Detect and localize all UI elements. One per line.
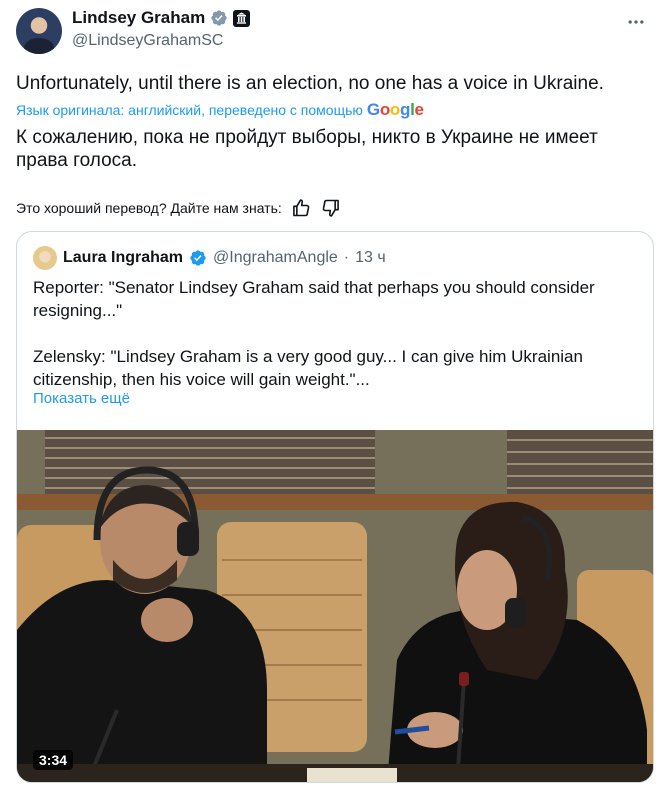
author-name-row: Lindsey Graham	[72, 8, 251, 28]
quoted-tweet-header: Laura Ingraham @IngrahamAngle · 13 ч	[33, 246, 386, 270]
author-name[interactable]: Lindsey Graham	[72, 8, 205, 28]
video-frame-illustration	[17, 430, 653, 782]
video-thumbnail[interactable]: 3:34	[17, 430, 653, 782]
verified-badge-gray-icon[interactable]	[210, 9, 228, 27]
google-logo: Google	[366, 100, 424, 119]
government-badge-icon[interactable]	[233, 9, 251, 27]
quoted-author-avatar[interactable]	[33, 246, 57, 270]
quoted-time[interactable]: 13 ч	[355, 249, 386, 267]
quoted-tweet-text: Reporter: "Senator Lindsey Graham said t…	[33, 278, 595, 389]
more-icon[interactable]	[626, 12, 646, 32]
verified-badge-blue-icon[interactable]	[189, 249, 207, 267]
translation-feedback: Это хороший перевод? Дайте нам знать:	[16, 197, 342, 219]
translated-text: К сожалению, пока не пройдут выборы, ник…	[16, 127, 598, 171]
thumbs-up-icon[interactable]	[290, 197, 312, 219]
quoted-tweet[interactable]: Laura Ingraham @IngrahamAngle · 13 ч Rep…	[16, 231, 654, 783]
translation-note[interactable]: Язык оригинала: английский, переведено с…	[16, 100, 424, 120]
feedback-prompt: Это хороший перевод? Дайте нам знать:	[16, 200, 282, 216]
tweet-header: Lindsey Graham @LindseyGrahamSC	[16, 6, 648, 54]
video-duration: 3:34	[33, 750, 74, 770]
author-handle[interactable]: @LindseyGrahamSC	[72, 32, 223, 50]
translation-note-text: Язык оригинала: английский, переведено с…	[16, 102, 363, 118]
quoted-author-name[interactable]: Laura Ingraham	[63, 249, 183, 267]
separator-dot: ·	[343, 249, 350, 266]
author-avatar[interactable]	[16, 8, 62, 54]
quoted-author-handle[interactable]: @IngrahamAngle	[213, 249, 338, 267]
thumbs-down-icon[interactable]	[320, 197, 342, 219]
show-more-link[interactable]: Показать ещё	[33, 390, 130, 407]
tweet-text: Unfortunately, until there is an electio…	[16, 73, 604, 94]
